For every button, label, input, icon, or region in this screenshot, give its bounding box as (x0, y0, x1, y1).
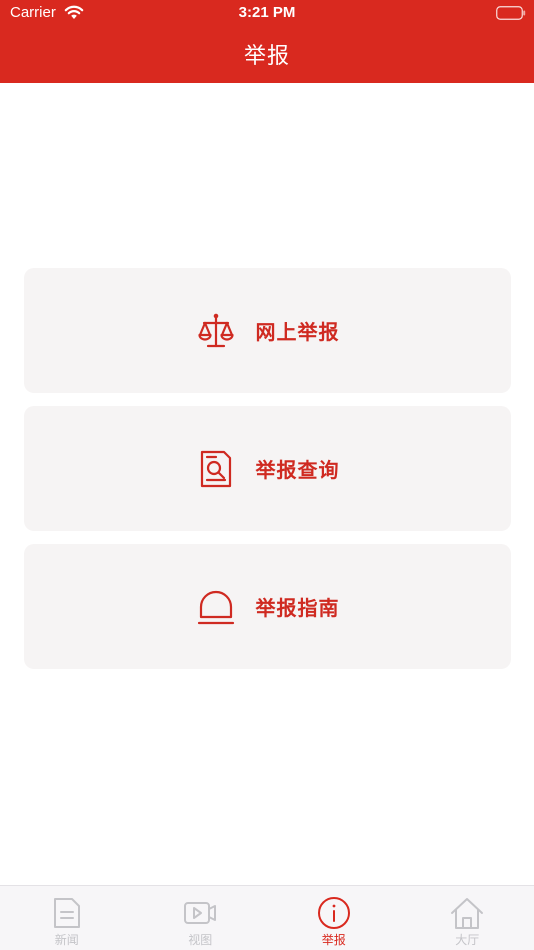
tab-label: 大厅 (455, 933, 480, 947)
info-icon (317, 897, 350, 929)
scales-icon (197, 313, 234, 347)
card-label: 网上举报 (255, 320, 340, 344)
battery-icon (496, 6, 526, 20)
status-bar: Carrier 3:21 PM (0, 0, 534, 28)
card-content: 网上举报 (196, 311, 340, 351)
online-report-button[interactable]: 网上举报 (24, 268, 511, 393)
tab-bar: 新闻 视图 举报 大厅 (0, 885, 534, 950)
report-guide-button[interactable]: 举报指南 (24, 544, 511, 669)
tab-video[interactable]: 视图 (134, 886, 268, 950)
video-icon (184, 902, 217, 924)
card-content: 举报查询 (196, 449, 340, 489)
card-content: 举报指南 (196, 587, 340, 627)
card-label: 举报查询 (255, 458, 340, 482)
report-screen: Carrier 3:21 PM 举报 网上举报 举报查询 举报指南 新闻 视图 … (0, 0, 534, 950)
tab-label: 视图 (188, 933, 213, 947)
tab-hall[interactable]: 大厅 (401, 886, 534, 950)
report-query-button[interactable]: 举报查询 (24, 406, 511, 531)
tab-report[interactable]: 举报 (267, 886, 401, 950)
tab-news[interactable]: 新闻 (0, 886, 134, 950)
status-time: 3:21 PM (238, 4, 296, 21)
document-search-icon (200, 450, 231, 487)
tab-label: 新闻 (54, 933, 79, 947)
alarm-bell-icon (197, 590, 234, 624)
home-icon (451, 898, 484, 929)
news-icon (53, 898, 80, 928)
tab-label: 举报 (321, 933, 346, 947)
header: Carrier 3:21 PM 举报 (0, 0, 534, 83)
card-label: 举报指南 (255, 596, 340, 620)
page-title: 举报 (243, 44, 290, 69)
